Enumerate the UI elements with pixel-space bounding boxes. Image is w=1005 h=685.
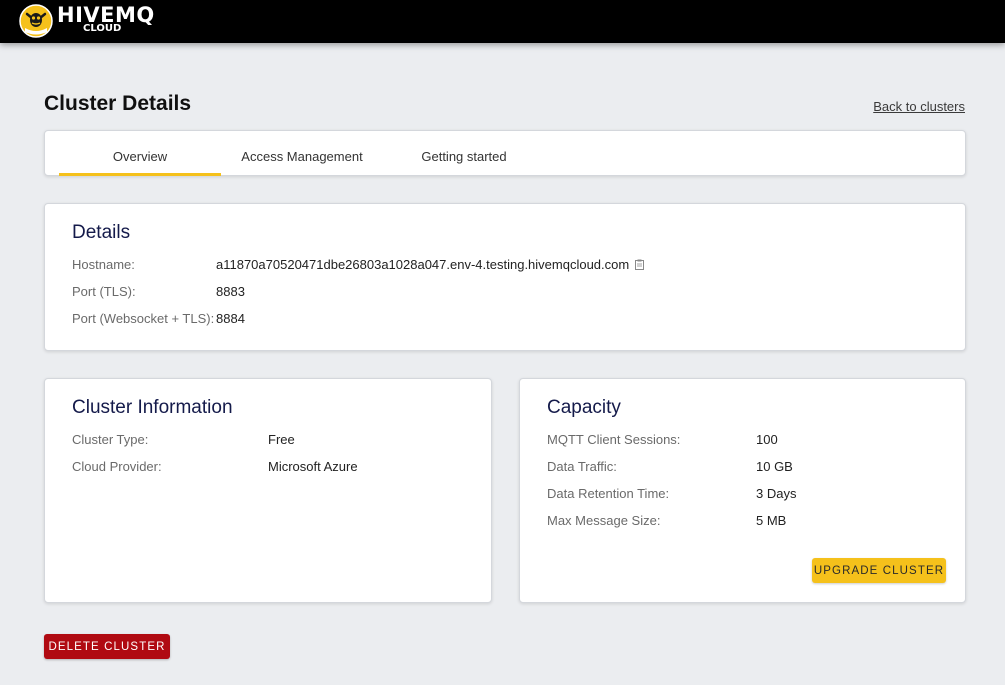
tab-access-management[interactable]: Access Management: [221, 131, 383, 176]
cluster-type-label: Cluster Type:: [72, 432, 149, 447]
cluster-information-card: Cluster Information Cluster Type: Free C…: [44, 378, 492, 603]
port-websocket-label: Port (Websocket + TLS):: [72, 311, 215, 326]
data-traffic-value: 10 GB: [756, 459, 793, 474]
capacity-title: Capacity: [547, 397, 621, 418]
cloud-provider-label: Cloud Provider:: [72, 459, 162, 474]
mqtt-sessions-label: MQTT Client Sessions:: [547, 432, 681, 447]
details-card: Details Hostname: a11870a70520471dbe2680…: [44, 203, 966, 351]
port-tls-label: Port (TLS):: [72, 284, 136, 299]
port-tls-value: 8883: [216, 284, 245, 299]
cluster-type-value: Free: [268, 432, 295, 447]
tab-bar: Overview Access Management Getting start…: [44, 130, 966, 176]
max-message-size-label: Max Message Size:: [547, 513, 661, 528]
max-message-size-value: 5 MB: [756, 513, 787, 528]
hostname-label: Hostname:: [72, 257, 135, 272]
capacity-card: Capacity MQTT Client Sessions: 100 Data …: [519, 378, 966, 603]
details-title: Details: [72, 222, 131, 243]
data-retention-label: Data Retention Time:: [547, 486, 670, 501]
data-traffic-label: Data Traffic:: [547, 459, 617, 474]
page-title: Cluster Details: [44, 92, 192, 115]
data-retention-value: 3 Days: [756, 486, 797, 501]
hostname-value: a11870a70520471dbe26803a1028a047.env-4.t…: [216, 257, 630, 272]
port-websocket-value: 8884: [216, 311, 245, 326]
cluster-information-title: Cluster Information: [72, 397, 233, 418]
clipboard-icon[interactable]: [635, 259, 645, 270]
upgrade-cluster-button[interactable]: UPGRADE CLUSTER: [812, 558, 946, 583]
hivemq-logo[interactable]: HIVEMQ CLOUD: [19, 4, 155, 40]
delete-cluster-button[interactable]: DELETE CLUSTER: [44, 634, 170, 659]
hivemq-bee-logo-icon: [19, 4, 53, 38]
top-navigation-bar: HIVEMQ CLOUD: [0, 0, 1005, 43]
hostname-value-group: a11870a70520471dbe26803a1028a047.env-4.t…: [216, 257, 645, 273]
tab-getting-started[interactable]: Getting started: [383, 131, 545, 176]
back-to-clusters-link[interactable]: Back to clusters: [873, 99, 965, 114]
cloud-provider-value: Microsoft Azure: [268, 459, 358, 474]
tab-overview[interactable]: Overview: [59, 131, 221, 176]
mqtt-sessions-value: 100: [756, 432, 778, 447]
